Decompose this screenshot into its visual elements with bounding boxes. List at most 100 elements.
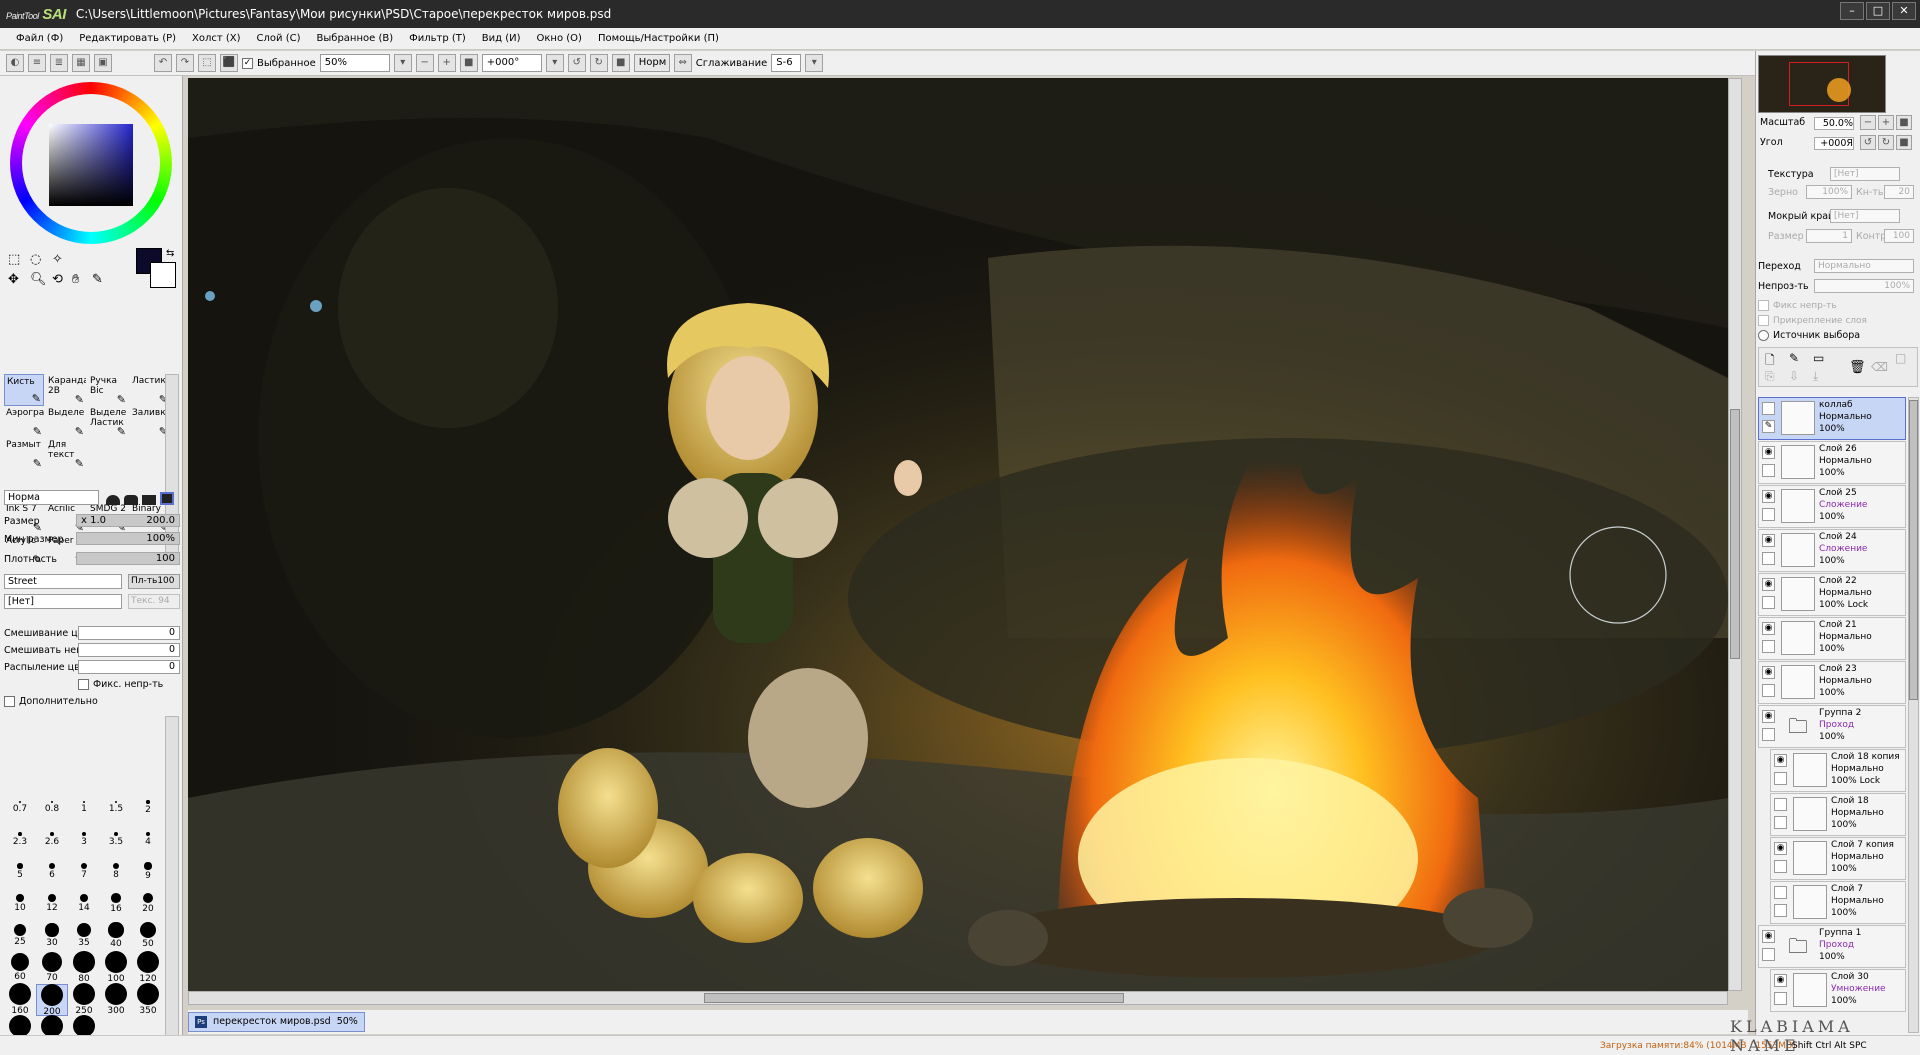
delete-layer-icon[interactable]: 🗑︎: [1849, 360, 1866, 375]
menu-filter[interactable]: Фильтр (Т): [401, 28, 474, 50]
brush-size-cell[interactable]: 12: [36, 888, 68, 920]
tool-1[interactable]: Кисть ✎: [4, 374, 44, 406]
brush-size-cell[interactable]: 1: [68, 792, 100, 824]
layer-lock-box[interactable]: [1762, 464, 1775, 477]
menu-file[interactable]: Файл (Ф): [8, 28, 71, 50]
minimize-button[interactable]: –: [1840, 2, 1864, 20]
eye-hidden-icon[interactable]: [1774, 798, 1787, 811]
transfer-down-icon[interactable]: ⇩: [1789, 369, 1799, 383]
menu-canvas[interactable]: Холст (Х): [184, 28, 249, 50]
navigator-preview[interactable]: [1758, 55, 1886, 113]
layer-row[interactable]: Слой 7 Нормально 100%: [1770, 881, 1906, 924]
dilution-field[interactable]: 0: [78, 643, 180, 657]
layer-blend-select[interactable]: Нормально: [1814, 259, 1914, 273]
layer-lock-box[interactable]: [1762, 948, 1775, 961]
brush-size-cell[interactable]: 350: [132, 983, 164, 1016]
layer-row[interactable]: ◉ Слой 25 Сложение 100%: [1758, 485, 1906, 528]
layer-lock-box[interactable]: [1762, 552, 1775, 565]
rect-select-icon[interactable]: ⬚: [8, 252, 20, 267]
brush-size-cell[interactable]: 70: [36, 951, 68, 984]
brush-size-cell[interactable]: 8: [100, 856, 132, 888]
layer-lock-box[interactable]: [1774, 772, 1787, 785]
horizontal-scroll-thumb[interactable]: [704, 993, 1124, 1003]
advanced-checkbox[interactable]: [4, 696, 15, 707]
document-tab[interactable]: Ps перекресток миров.psd 50%: [188, 1012, 365, 1032]
keep-opacity-checkbox[interactable]: [78, 679, 89, 690]
layer-row[interactable]: ◉ Слой 30 Умножение 100%: [1770, 969, 1906, 1012]
layer-list-scrollbar[interactable]: [1908, 397, 1919, 1033]
brush-size-cell[interactable]: 300: [100, 983, 132, 1016]
advanced-option[interactable]: Дополнительно: [4, 696, 98, 707]
layer-mask-icon[interactable]: □: [1895, 351, 1906, 365]
brush-size-cell[interactable]: 40: [100, 920, 132, 952]
protect-opacity-checkbox[interactable]: [1758, 300, 1769, 311]
menu-edit[interactable]: Редактировать (Р): [71, 28, 184, 50]
hand-icon[interactable]: ✋︎: [72, 272, 79, 287]
maximize-button[interactable]: □: [1866, 2, 1890, 20]
nav-zoom-value[interactable]: 50.0%: [1814, 117, 1854, 130]
nav-zoom-reset-icon[interactable]: ■: [1896, 115, 1912, 130]
tool-grid-scrollbar[interactable]: [165, 374, 179, 554]
brush-size-cell[interactable]: 200: [36, 984, 68, 1017]
brush-size-cell[interactable]: 160: [4, 983, 36, 1016]
hsv-sliders-icon[interactable]: ≣: [50, 54, 68, 72]
rotate-left-icon[interactable]: ↺: [567, 54, 586, 72]
nav-rotate-left-icon[interactable]: ↺: [1860, 135, 1876, 150]
horizontal-scrollbar[interactable]: [188, 991, 1728, 1005]
menu-window[interactable]: Окно (О): [529, 28, 590, 50]
magic-wand-icon[interactable]: ✧: [52, 252, 63, 267]
eye-icon[interactable]: ◉: [1762, 534, 1775, 547]
layer-list-scroll-thumb[interactable]: [1909, 400, 1918, 700]
brush-size-cell[interactable]: 14: [68, 888, 100, 920]
texture-contrast-value[interactable]: 20: [1884, 185, 1914, 199]
blend-color-field[interactable]: 0: [78, 626, 180, 640]
eyedropper-icon[interactable]: ✎: [92, 272, 103, 287]
menu-selection[interactable]: Выбранное (В): [309, 28, 402, 50]
tool-9[interactable]: Размыт ✎: [4, 438, 44, 470]
nav-angle-value[interactable]: +000Я: [1814, 137, 1854, 150]
rgb-sliders-icon[interactable]: ≡: [28, 54, 46, 72]
layer-lock-box[interactable]: [1774, 992, 1787, 1005]
tool-7[interactable]: Выделе Ластик ✎: [88, 406, 128, 438]
brush-shape-square-icon[interactable]: [160, 492, 174, 505]
tool-10[interactable]: Для текст ✎: [46, 438, 86, 470]
copy-layer-icon[interactable]: ⎘: [1765, 369, 1775, 384]
clip-layer-checkbox[interactable]: [1758, 315, 1769, 326]
layer-row[interactable]: ◉ Слой 18 копия Нормально 100% Lock: [1770, 749, 1906, 792]
keep-opacity-option[interactable]: Фикс. непр-ть: [78, 679, 163, 690]
smoothing-dropdown-icon[interactable]: ▾: [805, 54, 824, 72]
color-wheel[interactable]: [10, 82, 172, 244]
deselect-icon[interactable]: ⬚: [198, 54, 216, 72]
brush-size-cell[interactable]: 60: [4, 952, 36, 984]
angle-select[interactable]: +000°: [481, 54, 542, 72]
rotate-tool-icon[interactable]: ⟲: [52, 272, 63, 287]
spray-field[interactable]: 0: [78, 660, 180, 674]
swap-colors-icon[interactable]: ⇆: [166, 248, 174, 259]
zoom-reset-icon[interactable]: ■: [459, 54, 478, 72]
brush-size-cell[interactable]: 25: [4, 920, 36, 952]
layer-row[interactable]: ◉ 🗀︎ Группа 2 Проход 100%: [1758, 705, 1906, 748]
brush-size-cell[interactable]: 9: [132, 856, 164, 888]
brush-size-cell[interactable]: 6: [36, 856, 68, 888]
brush-shape-round-icon[interactable]: [106, 495, 120, 505]
layer-row[interactable]: ◉ Слой 7 копия Нормально 100%: [1770, 837, 1906, 880]
brush-size-scrollbar[interactable]: [165, 716, 179, 1055]
grain-value[interactable]: 100%: [1806, 185, 1852, 199]
tool-5[interactable]: Аэрогра ✎: [4, 406, 44, 438]
layer-lock-box[interactable]: [1762, 640, 1775, 653]
layer-lock-box[interactable]: [1762, 596, 1775, 609]
brush-size-cell[interactable]: 3.5: [100, 824, 132, 856]
zoom-tool-icon[interactable]: 🔍︎: [30, 272, 47, 287]
brush-size-cell[interactable]: 0.7: [4, 792, 36, 824]
brush-size-cell[interactable]: 16: [100, 888, 132, 920]
zoom-out-icon[interactable]: −: [415, 54, 434, 72]
nav-zoom-out-icon[interactable]: −: [1860, 115, 1876, 130]
brush-size-cell[interactable]: 5: [4, 856, 36, 888]
nav-zoom-in-icon[interactable]: +: [1878, 115, 1894, 130]
brush-texture-select[interactable]: Street: [4, 574, 122, 589]
rotate-right-icon[interactable]: ↻: [589, 54, 608, 72]
brush-size-cell[interactable]: 7: [68, 856, 100, 888]
new-linework-layer-icon[interactable]: ✎: [1789, 351, 1799, 365]
layer-row[interactable]: ◉ 🗀︎ Группа 1 Проход 100%: [1758, 925, 1906, 968]
lasso-icon[interactable]: ◌: [30, 252, 41, 267]
